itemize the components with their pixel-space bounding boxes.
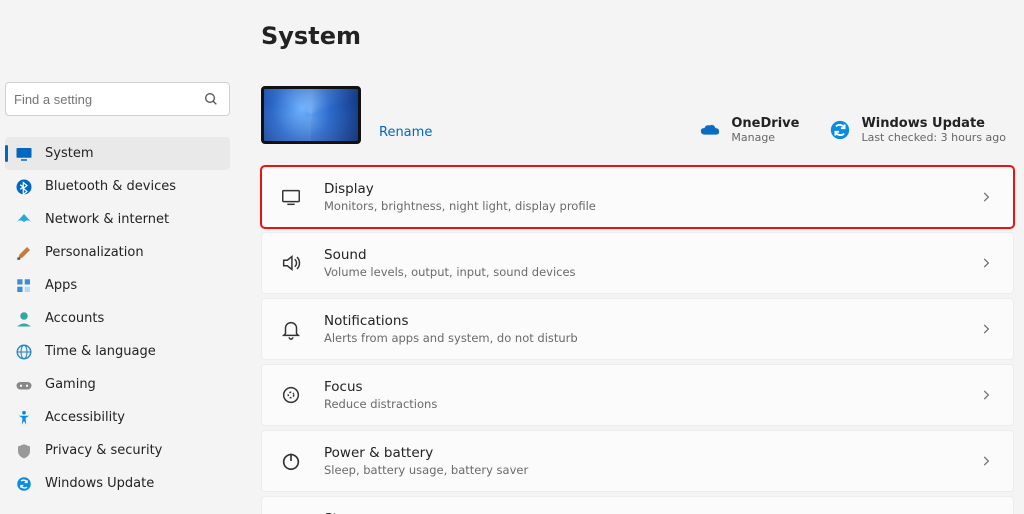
chevron-right-icon xyxy=(979,256,995,270)
card-desc: Monitors, brightness, night light, displ… xyxy=(324,199,596,213)
onedrive-sub: Manage xyxy=(731,131,799,144)
personalization-icon xyxy=(15,244,33,262)
sidebar-item-gaming[interactable]: Gaming xyxy=(5,368,230,401)
card-desc: Reduce distractions xyxy=(324,397,437,411)
chevron-right-icon xyxy=(979,388,995,402)
sidebar-item-label: Personalization xyxy=(45,245,144,260)
sidebar-item-label: Network & internet xyxy=(45,212,169,227)
sidebar-item-label: Gaming xyxy=(45,377,96,392)
sidebar-item-apps[interactable]: Apps xyxy=(5,269,230,302)
focus-icon xyxy=(280,384,302,406)
sidebar-item-label: Time & language xyxy=(45,344,156,359)
sidebar-item-accounts[interactable]: Accounts xyxy=(5,302,230,335)
chevron-right-icon xyxy=(979,454,995,468)
pc-image[interactable] xyxy=(261,86,361,144)
card-notifications[interactable]: Notifications Alerts from apps and syste… xyxy=(261,298,1014,360)
search-box[interactable] xyxy=(5,82,230,116)
card-power[interactable]: Power & battery Sleep, battery usage, ba… xyxy=(261,430,1014,492)
system-icon xyxy=(15,145,33,163)
gaming-icon xyxy=(15,376,33,394)
network-icon xyxy=(15,211,33,229)
windows-update-icon xyxy=(15,475,33,493)
search-icon xyxy=(203,91,221,107)
sidebar-item-privacy[interactable]: Privacy & security xyxy=(5,434,230,467)
chevron-right-icon xyxy=(979,190,995,204)
sidebar-nav: System Bluetooth & devices Network & int… xyxy=(5,137,230,500)
windows-update-status[interactable]: Windows Update Last checked: 3 hours ago xyxy=(829,116,1006,144)
card-title: Display xyxy=(324,181,596,197)
sidebar-item-label: Accessibility xyxy=(45,410,125,425)
search-input[interactable] xyxy=(14,92,203,107)
page-title: System xyxy=(261,22,1014,50)
card-desc: Sleep, battery usage, battery saver xyxy=(324,463,528,477)
sidebar-item-windows-update[interactable]: Windows Update xyxy=(5,467,230,500)
system-header: Rename OneDrive Manage Wind xyxy=(261,86,1014,144)
sidebar-item-label: Apps xyxy=(45,278,77,293)
card-title: Focus xyxy=(324,379,437,395)
update-sub: Last checked: 3 hours ago xyxy=(861,131,1006,144)
apps-icon xyxy=(15,277,33,295)
update-icon xyxy=(829,119,851,141)
chevron-right-icon xyxy=(979,322,995,336)
card-title: Sound xyxy=(324,247,576,263)
sidebar-item-network[interactable]: Network & internet xyxy=(5,203,230,236)
accounts-icon xyxy=(15,310,33,328)
display-icon xyxy=(280,186,302,208)
card-desc: Alerts from apps and system, do not dist… xyxy=(324,331,578,345)
sidebar-item-system[interactable]: System xyxy=(5,137,230,170)
time-language-icon xyxy=(15,343,33,361)
sidebar-item-label: System xyxy=(45,146,93,161)
rename-link[interactable]: Rename xyxy=(379,125,432,140)
card-sound[interactable]: Sound Volume levels, output, input, soun… xyxy=(261,232,1014,294)
card-title: Power & battery xyxy=(324,445,528,461)
sidebar-item-time-language[interactable]: Time & language xyxy=(5,335,230,368)
card-title: Notifications xyxy=(324,313,578,329)
card-focus[interactable]: Focus Reduce distractions xyxy=(261,364,1014,426)
sidebar-item-label: Privacy & security xyxy=(45,443,162,458)
card-storage[interactable]: Storage Storage space, drives, configura… xyxy=(261,496,1014,514)
update-title: Windows Update xyxy=(861,116,1006,131)
onedrive-title: OneDrive xyxy=(731,116,799,131)
accessibility-icon xyxy=(15,409,33,427)
power-icon xyxy=(280,450,302,472)
sidebar-item-label: Windows Update xyxy=(45,476,154,491)
sidebar-item-personalization[interactable]: Personalization xyxy=(5,236,230,269)
sidebar-item-label: Bluetooth & devices xyxy=(45,179,176,194)
card-desc: Volume levels, output, input, sound devi… xyxy=(324,265,576,279)
card-display[interactable]: Display Monitors, brightness, night ligh… xyxy=(261,166,1014,228)
sound-icon xyxy=(280,252,302,274)
bluetooth-icon xyxy=(15,178,33,196)
privacy-icon xyxy=(15,442,33,460)
sidebar-item-label: Accounts xyxy=(45,311,104,326)
notifications-icon xyxy=(280,318,302,340)
onedrive-icon xyxy=(699,119,721,141)
sidebar-item-accessibility[interactable]: Accessibility xyxy=(5,401,230,434)
onedrive-status[interactable]: OneDrive Manage xyxy=(699,116,799,144)
settings-list: Display Monitors, brightness, night ligh… xyxy=(261,166,1014,514)
sidebar-item-bluetooth[interactable]: Bluetooth & devices xyxy=(5,170,230,203)
